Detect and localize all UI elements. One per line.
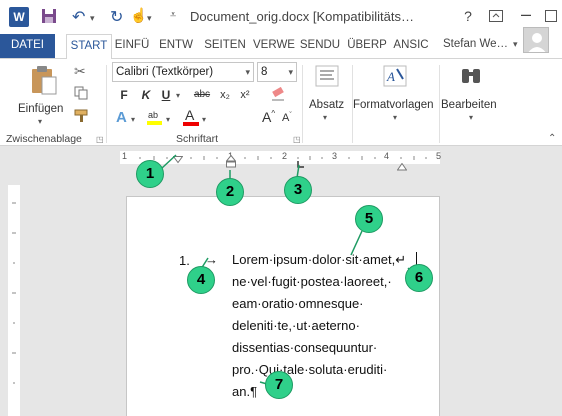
callout-6: 6 bbox=[405, 264, 433, 292]
callout-3: 3 bbox=[284, 176, 312, 204]
callout-5: 5 bbox=[355, 205, 383, 233]
callout-4: 4 bbox=[187, 266, 215, 294]
callout-2: 2 bbox=[216, 178, 244, 206]
callout-connectors bbox=[161, 154, 417, 385]
word-window: W ↶ ▾ ↻ ☝ ▾ ⩡ Document_orig.docx [Kompat… bbox=[0, 0, 562, 416]
callout-7: 7 bbox=[265, 371, 293, 399]
callout-1: 1 bbox=[136, 160, 164, 188]
